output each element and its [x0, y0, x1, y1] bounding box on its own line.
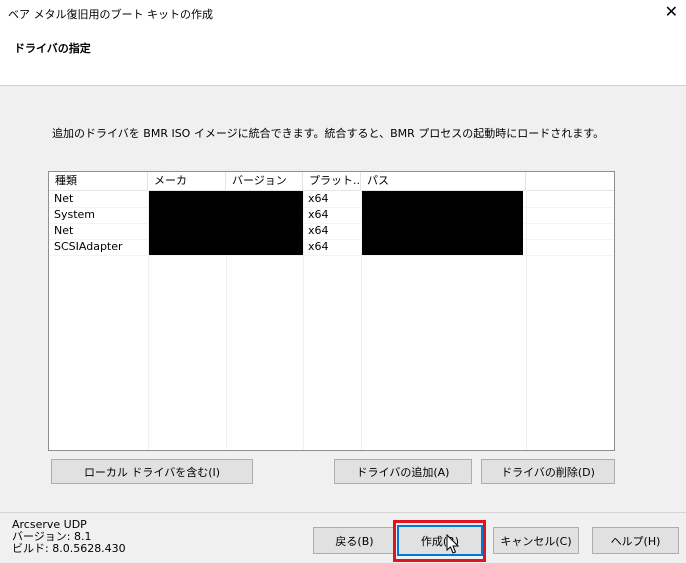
- page-heading: ドライバの指定: [14, 42, 91, 55]
- table-row[interactable]: Net x64: [49, 223, 614, 240]
- cell-platform: x64: [308, 192, 329, 205]
- column-header-vendor[interactable]: メーカ: [148, 172, 226, 190]
- footer-separator: [0, 512, 686, 513]
- cell-platform: x64: [308, 208, 329, 221]
- highlight-box: [393, 520, 486, 562]
- table-row[interactable]: System x64: [49, 207, 614, 224]
- cell-type: Net: [54, 224, 74, 237]
- title-bar: ベア メタル復旧用のブート キットの作成 ✕: [0, 0, 686, 28]
- redacted-vendor-version: [149, 191, 303, 255]
- table-row[interactable]: Net x64: [49, 191, 614, 208]
- remove-driver-button[interactable]: ドライバの削除(D): [481, 459, 615, 484]
- cancel-button[interactable]: キャンセル(C): [493, 527, 579, 554]
- back-button[interactable]: 戻る(B): [313, 527, 396, 554]
- list-header: 種類 メーカ バージョン プラット... パス: [49, 172, 614, 191]
- table-row[interactable]: SCSIAdapter x64: [49, 239, 614, 256]
- driver-list[interactable]: 種類 メーカ バージョン プラット... パス Net x64 System x…: [48, 171, 615, 451]
- description-text: 追加のドライバを BMR ISO イメージに統合できます。統合すると、BMR プ…: [52, 127, 605, 140]
- column-header-path[interactable]: パス: [361, 172, 526, 190]
- product-info: Arcserve UDP バージョン: 8.1 ビルド: 8.0.5628.43…: [12, 519, 126, 555]
- column-header-version[interactable]: バージョン: [226, 172, 303, 190]
- cell-platform: x64: [308, 224, 329, 237]
- include-local-drivers-button[interactable]: ローカル ドライバを含む(I): [51, 459, 253, 484]
- add-driver-button[interactable]: ドライバの追加(A): [334, 459, 472, 484]
- window-title: ベア メタル復旧用のブート キットの作成: [8, 8, 213, 21]
- column-header-platform[interactable]: プラット...: [303, 172, 361, 190]
- page-header: ドライバの指定: [0, 28, 686, 86]
- cell-type: System: [54, 208, 96, 221]
- redacted-path: [362, 191, 523, 255]
- cell-platform: x64: [308, 240, 329, 253]
- help-button[interactable]: ヘルプ(H): [592, 527, 679, 554]
- cell-type: Net: [54, 192, 74, 205]
- product-build: ビルド: 8.0.5628.430: [12, 542, 126, 555]
- mouse-pointer-icon: [446, 534, 460, 554]
- close-icon[interactable]: ✕: [665, 3, 678, 21]
- column-header-type[interactable]: 種類: [49, 172, 148, 190]
- cell-type: SCSIAdapter: [54, 240, 123, 253]
